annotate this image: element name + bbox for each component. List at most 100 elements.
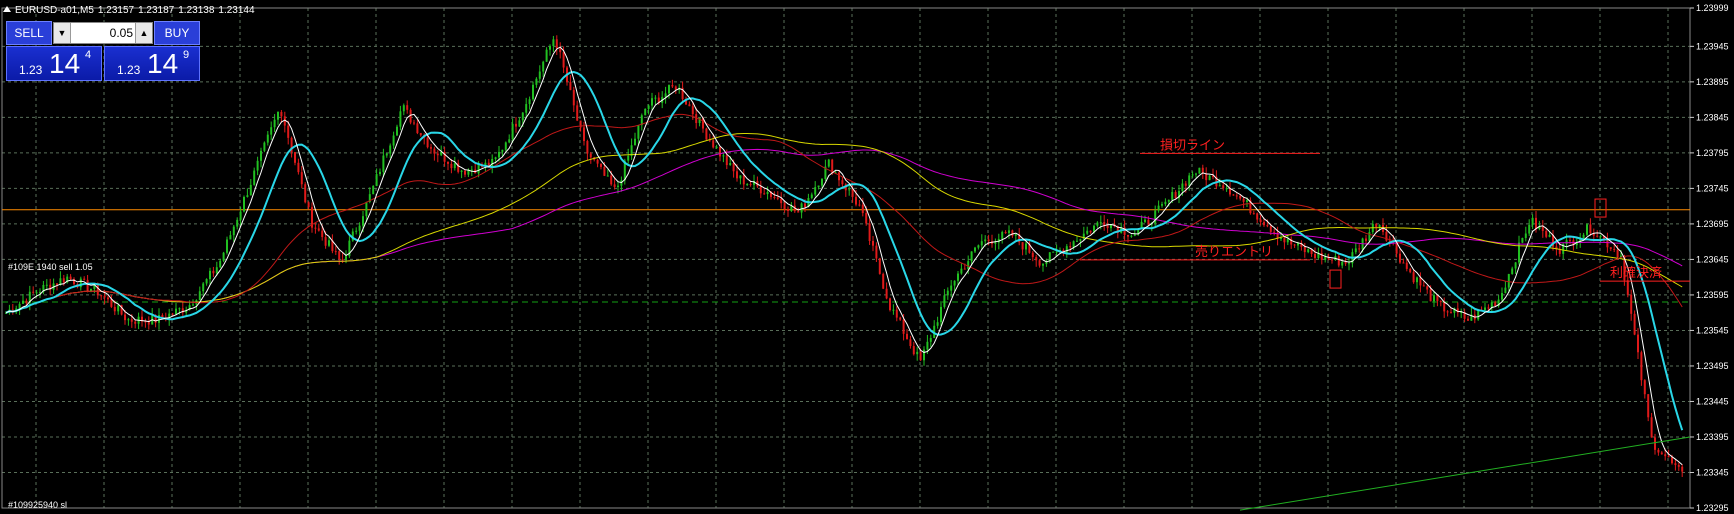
candle-body [532,84,534,100]
candle-body [950,285,953,291]
candle-body [22,300,24,304]
candle-body [535,78,538,85]
candle-body [314,227,317,229]
lot-size-input[interactable] [71,23,133,43]
candle-body [396,126,398,136]
candle-body [654,97,657,99]
candle-body [205,279,208,284]
candle-body [1174,192,1177,199]
buy-price-big: 14 [147,48,179,79]
candle-body [243,196,245,212]
candle-body [725,155,728,166]
candle-body [1348,263,1350,265]
candle-body [688,104,691,107]
candle-body [1103,222,1106,226]
candle-body [647,105,650,109]
candle-body [127,319,130,321]
sell-price-button[interactable]: 1.23 14 4 [6,46,102,81]
price-chart[interactable]: 損切ライン売りエントリ利確決済 1.239991.239451.238951.2… [0,0,1734,514]
candle-body [1446,311,1449,313]
candle-body [1405,262,1408,269]
lot-size-stepper[interactable]: ▼ ▲ [53,22,153,44]
candle-body [1395,243,1398,254]
candle-body [1426,286,1429,290]
candle-body [977,245,980,248]
candle-body [171,313,174,315]
candle-body [865,213,868,224]
candle-body [776,197,779,199]
candle-body [572,90,575,106]
candle-body [1239,195,1242,199]
candle-body [1487,307,1490,309]
candle-body [555,39,558,49]
candle-body [1031,252,1034,258]
candle-body [1263,222,1265,226]
candle-body [372,185,375,195]
candle-body [402,105,405,112]
candle-body [1501,293,1503,300]
candle-body [341,259,344,261]
candle-body [1599,235,1602,237]
candle-body [1589,224,1592,234]
candle-body [525,104,528,113]
candle-body [766,191,769,195]
candle-body [1133,234,1136,236]
candle-body [1144,219,1146,222]
lot-increase-icon[interactable]: ▲ [135,23,152,43]
candle-body [1507,274,1510,288]
candle-body [759,186,762,194]
chart-header: EURUSD-a01,M5 1.23157 1.23187 1.23138 1.2314… [3,5,259,16]
candle-body [1127,234,1129,237]
candle-body [100,295,103,297]
lot-decrease-icon[interactable]: ▼ [54,23,71,43]
candle-body [1358,248,1361,250]
candle-body [613,184,616,187]
buy-price-button[interactable]: 1.23 14 9 [104,46,200,81]
candle-body [460,170,463,172]
candle-body [606,175,609,177]
candle-body [1252,213,1255,215]
candle-body [1259,219,1262,223]
candle-body [1613,248,1616,250]
candle-body [800,203,803,213]
candle-body [494,157,497,159]
candle-body [872,240,874,246]
candle-body [86,279,89,292]
candle-body [1429,289,1432,302]
ma-white-line [5,46,1683,466]
candle-body [178,308,181,310]
candle-body [477,164,480,174]
candle-body [1450,312,1452,314]
candle-body [385,153,388,156]
candle-body [1096,222,1099,226]
candle-body [1637,334,1639,353]
annotation-marker-box [1329,269,1342,289]
candle-body [1025,243,1027,250]
collapse-triangle-icon[interactable] [3,6,11,12]
candle-body [919,351,922,361]
sell-price-big: 14 [49,48,81,79]
candle-body [1235,195,1238,197]
candle-body [379,171,381,175]
candle-body [287,125,290,138]
candle-body [1654,437,1656,450]
candle-body [406,105,409,110]
candle-body [926,341,929,350]
candle-body [209,270,211,280]
candle-body [1008,230,1010,234]
buy-button[interactable]: BUY [154,21,200,45]
candle-body [892,309,895,311]
buy-price-sup: 9 [183,49,190,61]
candle-body [562,52,565,68]
candle-body [1643,380,1646,395]
candle-body [528,99,531,105]
candle-body [324,237,327,246]
candle-body [389,145,392,154]
candle-body [715,146,718,148]
candle-body [1681,466,1684,472]
candle-body [1671,457,1673,464]
candle-body [491,158,494,167]
sell-button[interactable]: SELL [6,21,52,45]
candle-body [1225,188,1228,190]
candle-body [1167,199,1170,202]
